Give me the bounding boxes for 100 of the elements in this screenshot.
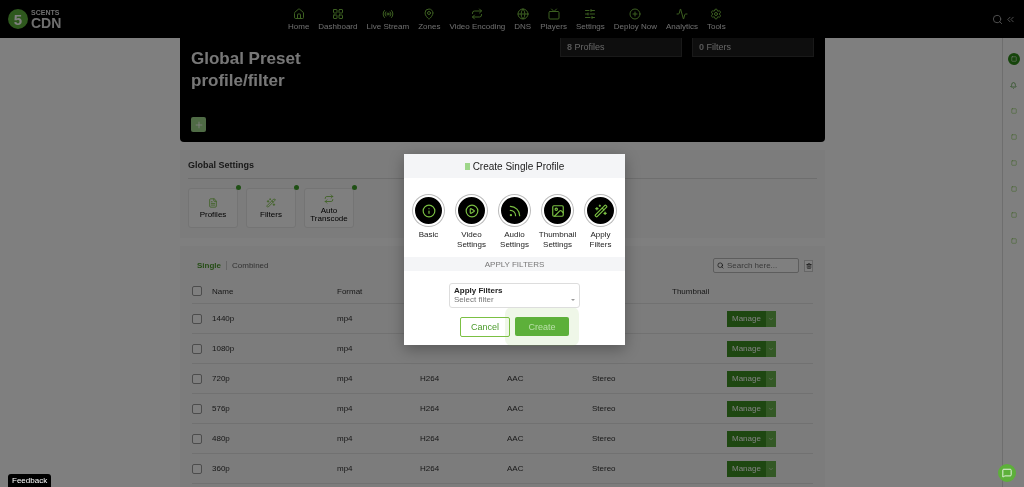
manage-button[interactable]: Manage [727, 310, 766, 327]
table-cell-text: AAC [507, 434, 525, 443]
nav-icon [292, 7, 305, 20]
table-cell-text: 480p [212, 434, 231, 443]
nav-item[interactable]: Video Encoding [449, 7, 506, 31]
checkbox[interactable] [192, 343, 202, 354]
caret-icon [767, 465, 774, 472]
caret-icon [767, 375, 774, 382]
tab[interactable]: Combined [226, 261, 274, 270]
nav-icon [331, 7, 344, 20]
stat-card: 0 Filters [692, 38, 814, 57]
delete-button[interactable] [804, 259, 813, 272]
table-cell-text: 1440p [212, 314, 236, 323]
sidebar-icon[interactable] [1007, 53, 1020, 65]
step-icon [593, 203, 608, 218]
nav-item[interactable]: DNS [514, 7, 532, 31]
search-box[interactable]: Search here... [713, 258, 799, 273]
nav-icon [516, 7, 529, 20]
tab[interactable]: Single [192, 261, 226, 270]
dropdown-button[interactable] [765, 310, 776, 327]
step-icon [550, 203, 565, 218]
manage-button[interactable]: Manage [727, 460, 766, 477]
table-cell-text: mp4 [337, 344, 354, 353]
search-icon [717, 262, 724, 269]
manage-button[interactable]: Manage [727, 400, 766, 417]
checkbox[interactable] [192, 373, 202, 384]
dropdown-button[interactable] [765, 400, 776, 417]
cancel-button[interactable]: Cancel [460, 317, 510, 338]
table-cell-text: H264 [420, 464, 441, 473]
nav-icon [547, 7, 560, 20]
table-cell-text: 720p [212, 374, 231, 383]
nav-icon [471, 7, 484, 20]
nav-icon [381, 7, 394, 20]
caret-icon [767, 315, 774, 322]
column-header: Thumbnail [672, 286, 711, 296]
caret-icon [767, 345, 774, 352]
chat-icon [1002, 468, 1012, 478]
nav-icon [584, 7, 597, 20]
nav-icon [710, 7, 723, 20]
table-cell-text: 576p [212, 404, 231, 413]
manage-button[interactable]: Manage [727, 340, 766, 357]
manage-button[interactable]: Manage [727, 370, 766, 387]
step-label: Basic [417, 230, 440, 240]
step-button[interactable] [413, 195, 444, 226]
step-label: Apply Filters [588, 230, 613, 250]
checkbox[interactable] [192, 286, 202, 296]
nav-item[interactable]: Dashboard [318, 7, 358, 31]
filter-select[interactable]: Apply Filters Select filter [449, 283, 580, 309]
step-label: Video Settings [456, 230, 487, 250]
settings-tile[interactable]: Filters [246, 188, 296, 228]
dropdown-button[interactable] [765, 430, 776, 447]
nav-item[interactable]: Players [540, 7, 567, 31]
step-button[interactable] [499, 195, 530, 226]
step-icon [421, 203, 436, 218]
dropdown-button[interactable] [765, 340, 776, 357]
checkbox[interactable] [192, 313, 202, 324]
tile-icon [208, 197, 218, 208]
step-label: Audio Settings [499, 230, 530, 250]
step-button[interactable] [456, 195, 487, 226]
settings-tile[interactable]: Auto Transcode [304, 188, 354, 228]
table-cell-text: mp4 [337, 374, 354, 383]
table-cell-text: Stereo [592, 374, 617, 383]
settings-tile[interactable]: Profiles [188, 188, 238, 228]
logo-badge: 5 [8, 9, 28, 29]
step-button[interactable] [542, 195, 573, 226]
dropdown-button[interactable] [765, 460, 776, 477]
dropdown-button[interactable] [765, 370, 776, 387]
checkbox[interactable] [192, 463, 202, 474]
add-button[interactable] [191, 117, 206, 132]
caret-icon [767, 405, 774, 412]
page-title: Global Preset profile/filter [191, 48, 302, 93]
manage-button[interactable]: Manage [727, 430, 766, 447]
nav-icon [423, 7, 436, 20]
table-cell-text: H264 [420, 434, 441, 443]
column-header: Name [212, 286, 235, 296]
table-cell-text: AAC [507, 374, 525, 383]
nav-item[interactable]: Live Stream [366, 7, 410, 31]
search-icon[interactable] [992, 13, 1003, 25]
feedback-tab[interactable]: Feedback [8, 474, 52, 487]
checkbox[interactable] [192, 403, 202, 414]
table-cell-text: mp4 [337, 434, 354, 443]
nav-item[interactable]: Deploy Now [613, 7, 657, 31]
table-cell-text: 360p [212, 464, 231, 473]
table-cell-text: 1080p [212, 344, 236, 353]
nav-item[interactable]: Home [288, 7, 310, 31]
checkbox[interactable] [192, 433, 202, 444]
search-field[interactable]: Search here... [727, 261, 791, 270]
nav-item[interactable]: Analytics [665, 7, 698, 31]
step-icon [464, 203, 479, 218]
field-label: Apply Filters [454, 286, 504, 296]
select-field[interactable]: Select filter [454, 295, 559, 305]
step-button[interactable] [585, 195, 616, 226]
plus-icon [193, 119, 204, 130]
table-cell-text: mp4 [337, 314, 354, 323]
nav-item[interactable]: Zones [418, 7, 441, 31]
stat-card: 8 Profiles [560, 38, 682, 57]
nav-item[interactable]: Settings [575, 7, 605, 31]
table-cell-text: mp4 [337, 404, 354, 413]
nav-item[interactable]: Tools [706, 7, 726, 31]
nav-icon [629, 7, 642, 20]
